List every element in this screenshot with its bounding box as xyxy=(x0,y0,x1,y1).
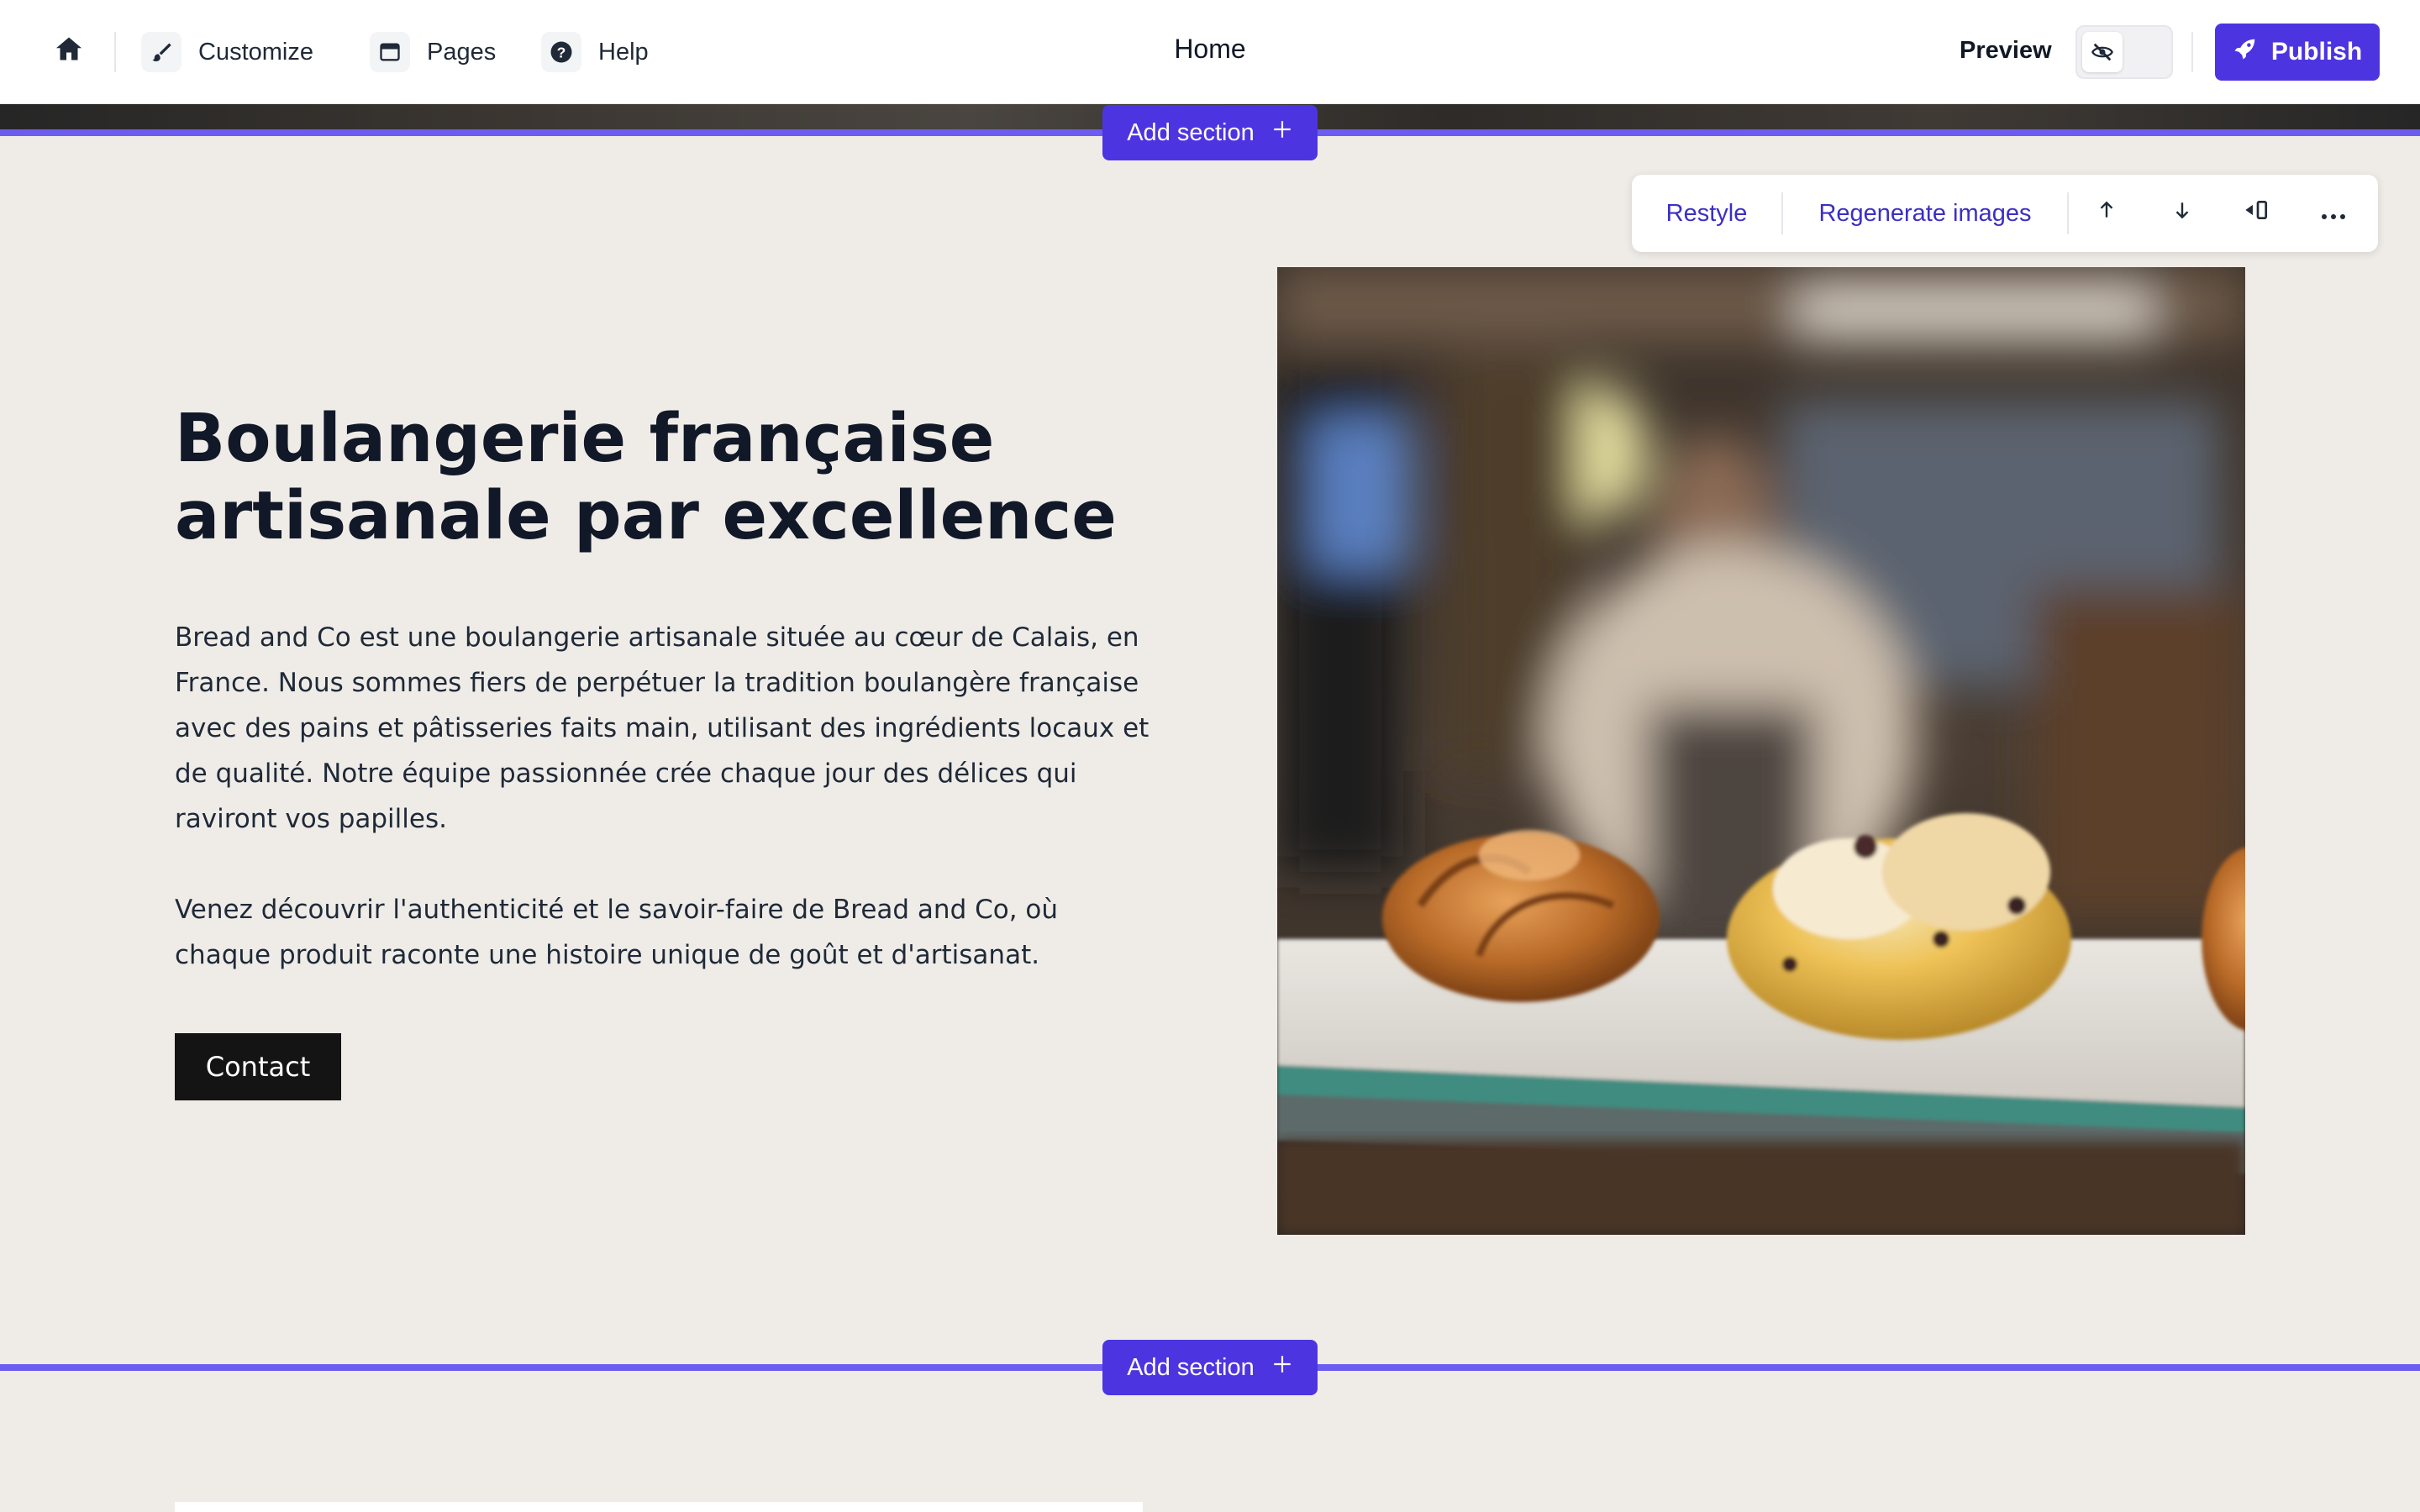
customize-label: Customize xyxy=(198,38,313,66)
brush-icon xyxy=(141,32,182,72)
plus-icon xyxy=(1271,118,1293,147)
regenerate-images-button[interactable]: Regenerate images xyxy=(1783,175,2067,252)
hero-heading: Boulangerie française artisanale par exc… xyxy=(175,400,1183,554)
topbar-divider xyxy=(2191,32,2193,72)
customize-button[interactable]: Customize xyxy=(141,25,313,79)
help-label: Help xyxy=(598,38,649,66)
help-button[interactable]: ? Help xyxy=(541,25,649,79)
preview-label: Preview xyxy=(1960,37,2052,64)
preview-toggle[interactable] xyxy=(2075,25,2173,79)
next-section-card xyxy=(175,1502,1143,1512)
hero-heading-line1: Boulangerie française xyxy=(175,400,995,477)
add-section-button-bottom[interactable]: Add section xyxy=(1102,1340,1318,1395)
arrow-down-icon xyxy=(2171,199,2193,228)
topbar-divider xyxy=(114,32,116,72)
help-icon: ? xyxy=(541,32,581,72)
svg-text:?: ? xyxy=(557,44,566,60)
layout-icon xyxy=(2244,197,2272,229)
add-section-button-top[interactable]: Add section xyxy=(1102,105,1318,160)
move-down-button[interactable] xyxy=(2144,175,2220,252)
pages-label: Pages xyxy=(427,38,497,66)
rocket-icon xyxy=(2233,36,2258,68)
hero-bakery-image[interactable] xyxy=(1277,267,2245,1235)
restyle-button[interactable]: Restyle xyxy=(1632,175,1781,252)
pages-icon xyxy=(370,32,410,72)
home-icon xyxy=(54,34,84,71)
eye-off-icon xyxy=(2082,32,2123,72)
pages-button[interactable]: Pages xyxy=(370,25,496,79)
move-up-button[interactable] xyxy=(2069,175,2144,252)
more-icon xyxy=(2320,200,2347,228)
hero-paragraph-2: Venez découvrir l'authenticité et le sav… xyxy=(175,895,1059,970)
more-options-button[interactable] xyxy=(2296,175,2371,252)
hero-paragraph-1: Bread and Co est une boulangerie artisan… xyxy=(175,622,1150,834)
editor-topbar: Customize Pages ? Help Home Preview Publ… xyxy=(0,0,2420,104)
add-section-label: Add section xyxy=(1127,118,1255,146)
publish-button[interactable]: Publish xyxy=(2215,24,2380,81)
home-button[interactable] xyxy=(54,25,84,79)
section-toolbar: Restyle Regenerate images xyxy=(1632,175,2378,252)
plus-icon xyxy=(1271,1353,1293,1382)
contact-button[interactable]: Contact xyxy=(175,1033,341,1100)
arrow-up-icon xyxy=(2096,199,2118,228)
publish-label: Publish xyxy=(2270,38,2363,66)
swap-layout-button[interactable] xyxy=(2220,175,2296,252)
add-section-label: Add section xyxy=(1127,1353,1255,1381)
hero-heading-line2: artisanale par excellence xyxy=(175,477,1117,554)
page-title: Home xyxy=(1174,34,1246,64)
